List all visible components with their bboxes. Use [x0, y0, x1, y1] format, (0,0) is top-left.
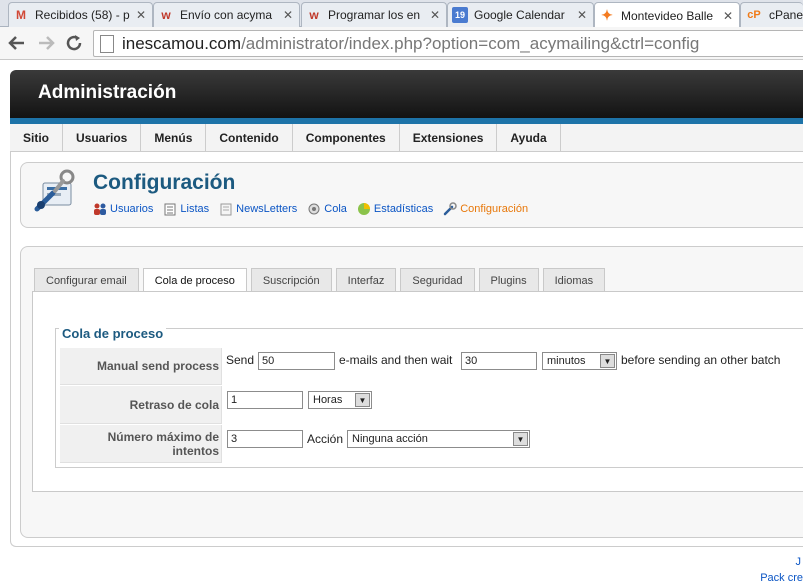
config-icon	[443, 202, 457, 216]
browser-tab-label: Envío con acyma	[180, 8, 273, 22]
admin-menu-bar: Sitio Usuarios Menús Contenido Component…	[10, 124, 803, 152]
address-bar[interactable]: inescamou.com/administrator/index.php?op…	[93, 30, 803, 57]
tab-interfaz[interactable]: Interfaz	[335, 268, 397, 292]
newsletter-icon	[219, 202, 233, 216]
submenu-estadisticas[interactable]: Estadísticas	[357, 202, 433, 216]
stats-icon	[357, 202, 371, 216]
admin-header: Administración	[10, 70, 803, 120]
browser-tab-label: Google Calendar	[474, 8, 565, 22]
page-title: Configuración	[93, 171, 236, 194]
browser-tab-label: cPanel	[769, 8, 803, 22]
users-icon	[93, 202, 107, 216]
back-icon[interactable]	[6, 33, 28, 53]
tab-cola-de-proceso[interactable]: Cola de proceso	[142, 268, 247, 293]
intentos-label: Número máximo de intentos	[60, 425, 222, 463]
submenu-label: Cola	[324, 203, 347, 215]
retraso-input[interactable]: 1	[227, 391, 303, 409]
calendar-icon: 19	[452, 7, 468, 23]
url-path: /administrator/index.php?option=com_acym…	[241, 33, 700, 53]
component-submenu: Usuarios Listas NewsLetters Cola Estadís…	[93, 202, 538, 216]
list-icon	[163, 202, 177, 216]
menu-menus[interactable]: Menús	[141, 124, 207, 152]
browser-tab-gmail[interactable]: M Recibidos (58) - p ✕	[8, 2, 153, 27]
retraso-unit-select[interactable]: Horas ▼	[308, 391, 372, 409]
browser-tab-label: Recibidos (58) - p	[35, 8, 130, 22]
browser-tab-montevideo[interactable]: ✦ Montevideo Balle ✕	[594, 2, 740, 28]
tab-configurar-email[interactable]: Configurar email	[34, 268, 139, 292]
menu-usuarios[interactable]: Usuarios	[63, 124, 142, 152]
menu-sitio[interactable]: Sitio	[10, 124, 63, 152]
retraso-label: Retraso de cola	[60, 386, 222, 424]
menu-contenido[interactable]: Contenido	[206, 124, 293, 152]
forward-icon[interactable]	[35, 33, 57, 53]
site-w-icon: w	[309, 8, 319, 22]
menu-componentes[interactable]: Componentes	[293, 124, 400, 152]
submenu-listas[interactable]: Listas	[163, 202, 209, 216]
submenu-newsletters[interactable]: NewsLetters	[219, 202, 297, 216]
admin-title: Administración	[38, 82, 177, 103]
submenu-label: Usuarios	[110, 203, 154, 215]
site-w-icon: w	[161, 8, 171, 22]
select-value: minutos	[547, 355, 586, 367]
close-icon[interactable]: ✕	[575, 8, 589, 22]
accion-text: Acción	[307, 432, 344, 446]
chevron-down-icon: ▼	[513, 432, 528, 446]
queue-icon	[307, 202, 321, 216]
submenu-label: Configuración	[460, 203, 529, 215]
config-tabs: Configurar email Cola de proceso Suscrip…	[34, 268, 609, 293]
browser-tab-acymailing[interactable]: w Envío con acyma ✕	[153, 2, 300, 27]
configuration-tools-icon	[33, 169, 79, 215]
submenu-label: Estadísticas	[373, 203, 434, 215]
component-toolbar: Configuración Usuarios Listas NewsLetter…	[20, 162, 803, 228]
submenu-label: Listas	[180, 203, 210, 215]
gmail-icon: M	[16, 8, 26, 22]
close-icon[interactable]: ✕	[428, 8, 442, 22]
menu-ayuda[interactable]: Ayuda	[497, 124, 561, 152]
select-value: Horas	[313, 394, 343, 406]
close-icon[interactable]: ✕	[281, 8, 295, 22]
wait-input[interactable]: 30	[461, 352, 537, 370]
tab-suscripcion[interactable]: Suscripción	[250, 268, 332, 292]
submenu-cola[interactable]: Cola	[307, 202, 347, 216]
footer-link[interactable]: Pack cre	[760, 572, 803, 584]
menu-extensiones[interactable]: Extensiones	[400, 124, 498, 152]
browser-tab-label: Montevideo Balle	[621, 8, 714, 23]
before-sending-text: before sending an other batch	[621, 353, 781, 367]
browser-tab-programar[interactable]: w Programar los en ✕	[301, 2, 447, 27]
submenu-configuracion[interactable]: Configuración	[443, 202, 528, 216]
accion-select[interactable]: Ninguna acción ▼	[347, 430, 530, 448]
url-host: inescamou.com	[122, 33, 242, 53]
tab-seguridad[interactable]: Seguridad	[400, 268, 475, 292]
browser-toolbar: inescamou.com/administrator/index.php?op…	[0, 27, 803, 60]
wait-unit-select[interactable]: minutos ▼	[542, 352, 617, 370]
reload-icon[interactable]	[63, 33, 85, 53]
fieldset-legend: Cola de proceso	[59, 326, 167, 341]
chevron-down-icon: ▼	[355, 393, 370, 407]
then-wait-text: e-mails and then wait	[339, 353, 453, 367]
batch-size-input[interactable]: 50	[258, 352, 335, 370]
send-text: Send	[226, 353, 255, 367]
close-icon[interactable]: ✕	[134, 8, 148, 22]
tab-plugins[interactable]: Plugins	[478, 268, 539, 292]
browser-tab-label: Programar los en	[328, 8, 421, 22]
close-icon[interactable]: ✕	[721, 9, 735, 23]
cpanel-icon: cP	[747, 9, 761, 21]
intentos-input[interactable]: 3	[227, 430, 303, 448]
footer-line-1: J	[795, 556, 802, 568]
browser-tab-calendar[interactable]: 19 Google Calendar ✕	[447, 2, 594, 27]
submenu-label: NewsLetters	[236, 203, 298, 215]
chevron-down-icon: ▼	[600, 354, 615, 368]
tab-idiomas[interactable]: Idiomas	[542, 268, 606, 292]
submenu-usuarios[interactable]: Usuarios	[93, 202, 153, 216]
browser-tab-cpanel[interactable]: cP cPanel	[740, 2, 803, 27]
page-icon	[100, 34, 114, 53]
select-value: Ninguna acción	[352, 433, 428, 445]
manual-send-label: Manual send process	[60, 348, 222, 385]
joomla-icon: ✦	[601, 7, 613, 23]
browser-tab-strip: M Recibidos (58) - p ✕ w Envío con acyma…	[0, 0, 803, 28]
